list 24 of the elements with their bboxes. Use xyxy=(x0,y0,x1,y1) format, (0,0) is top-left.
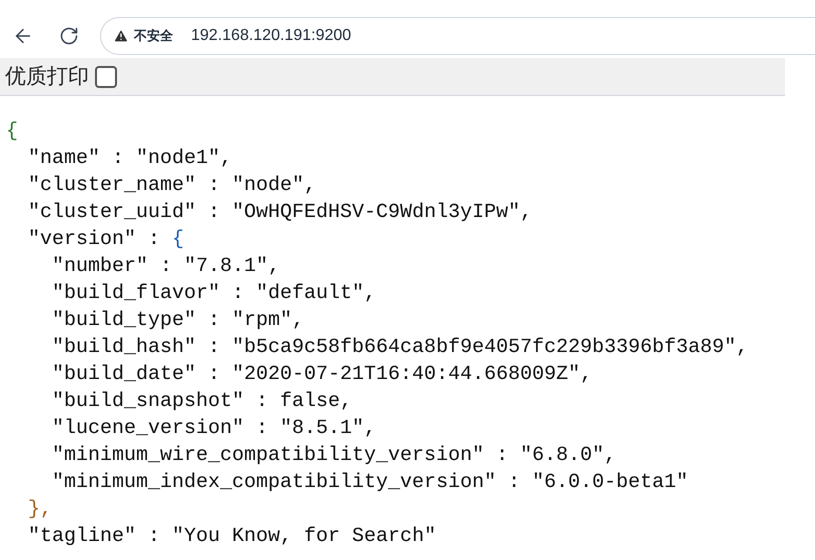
json-line: "minimum_wire_compatibility_version" : "6.8.0", xyxy=(52,442,616,468)
reload-icon xyxy=(59,26,79,46)
json-line: "tagline" : "You Know, for Search" xyxy=(28,524,436,550)
json-line: "build_hash" : "b5ca9c58fb664ca8bf9e4057fc229b3396bf3a89", xyxy=(52,334,748,360)
print-checkbox[interactable] xyxy=(95,66,117,88)
address-bar[interactable]: 不安全 192.168.120.191:9200 xyxy=(100,17,815,55)
url-text: 192.168.120.191:9200 xyxy=(191,26,352,46)
json-line: "build_type" : "rpm", xyxy=(52,308,304,334)
json-line: "version" : xyxy=(28,226,162,252)
security-label: 不安全 xyxy=(134,27,173,46)
json-line: "build_flavor" : "default", xyxy=(52,280,376,306)
json-line: "build_snapshot" : false, xyxy=(52,388,352,414)
open-brace: { xyxy=(172,226,184,252)
json-line: "number" : "7.8.1", xyxy=(52,254,280,280)
warning-icon xyxy=(113,28,129,44)
close-brace: }, xyxy=(28,496,52,522)
open-brace: { xyxy=(6,118,18,144)
json-line: "build_date" : "2020-07-21T16:40:44.668009Z", xyxy=(52,362,592,388)
json-line: "cluster_uuid" : "OwHQFEdHSV-C9Wdnl3yIPw", xyxy=(28,200,532,226)
json-line: "name" : "node1", xyxy=(28,146,232,172)
json-line: "cluster_name" : "node", xyxy=(28,172,316,198)
json-line: "minimum_index_compatibility_version" : "6.0.0-beta1" xyxy=(52,470,688,496)
json-line: "lucene_version" : "8.5.1", xyxy=(52,416,376,442)
print-label: 优质打印 xyxy=(5,64,89,90)
